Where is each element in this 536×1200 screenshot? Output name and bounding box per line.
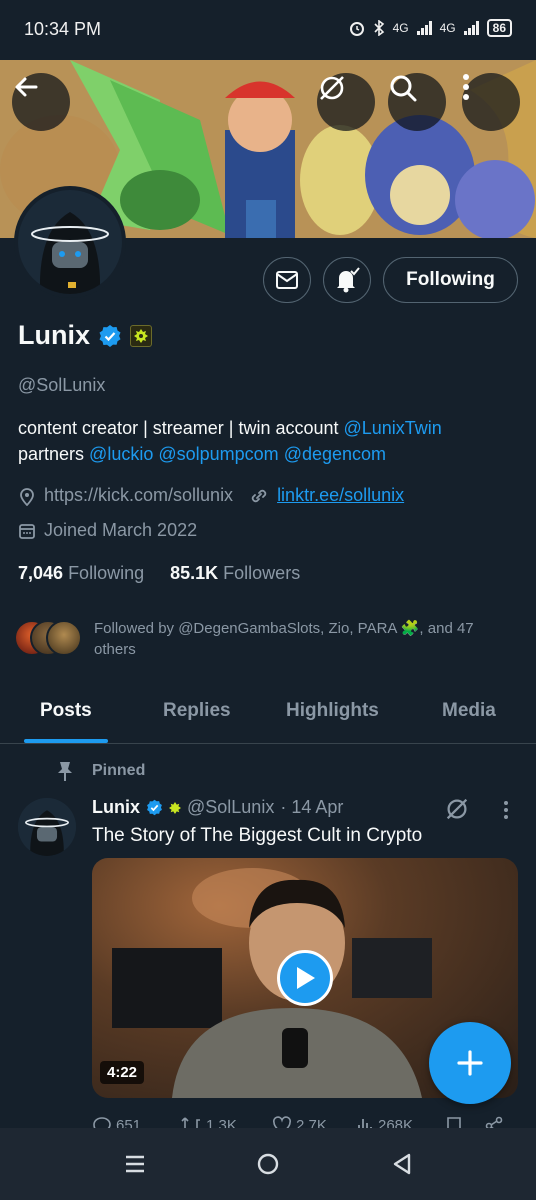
joined-row: Joined March 2022 bbox=[18, 520, 197, 541]
followed-by-avatars bbox=[14, 618, 84, 658]
affiliate-badge-icon[interactable] bbox=[130, 324, 152, 347]
back-arrow-icon bbox=[15, 77, 38, 97]
followers-count: 85.1K bbox=[170, 563, 219, 583]
avatar-image bbox=[18, 190, 122, 294]
profile-bio: content creator | streamer | twin accoun… bbox=[18, 415, 518, 467]
system-nav-bar bbox=[0, 1128, 536, 1200]
message-button[interactable] bbox=[263, 257, 311, 303]
post-author-name[interactable]: Lunix bbox=[92, 797, 140, 818]
tab-highlights[interactable]: Highlights bbox=[286, 700, 379, 722]
verified-badge-icon bbox=[147, 799, 162, 816]
tab-posts[interactable]: Posts bbox=[40, 700, 92, 722]
status-icons: 4G 4G 86 bbox=[349, 19, 512, 37]
verified-badge-icon[interactable] bbox=[98, 324, 122, 348]
post-more-icon[interactable] bbox=[503, 800, 509, 820]
signal-icon-2 bbox=[463, 21, 479, 35]
search-icon bbox=[390, 75, 417, 102]
notifications-button[interactable] bbox=[323, 257, 371, 303]
mail-icon bbox=[276, 271, 298, 289]
back-triangle-icon bbox=[393, 1153, 411, 1175]
pin-icon bbox=[58, 762, 72, 781]
bio-mention-luckio[interactable]: @luckio bbox=[89, 444, 153, 464]
bio-text-2: partners bbox=[18, 444, 90, 464]
follow-stats: 7,046 Following 85.1K Followers bbox=[18, 563, 300, 584]
location-pin-icon bbox=[20, 487, 34, 506]
video-duration: 4:22 bbox=[100, 1061, 145, 1084]
tab-media[interactable]: Media bbox=[442, 700, 496, 722]
system-back-button[interactable] bbox=[388, 1150, 416, 1178]
bio-mention-degencom[interactable]: @degencom bbox=[284, 444, 386, 464]
following-count: 7,046 bbox=[18, 563, 64, 583]
profile-links-row: https://kick.com/sollunix linktr.ee/soll… bbox=[18, 485, 404, 506]
grok-button[interactable] bbox=[317, 73, 375, 131]
play-icon bbox=[297, 967, 315, 989]
website-text[interactable]: https://kick.com/sollunix bbox=[44, 485, 233, 506]
home-button[interactable] bbox=[254, 1150, 282, 1178]
post-date: · 14 Apr bbox=[280, 797, 344, 817]
profile-name-row: Lunix bbox=[18, 320, 152, 351]
compose-fab[interactable] bbox=[429, 1022, 511, 1104]
grok-icon[interactable] bbox=[443, 795, 471, 823]
tab-replies[interactable]: Replies bbox=[163, 700, 231, 722]
recent-apps-button[interactable] bbox=[121, 1150, 149, 1178]
plus-icon bbox=[457, 1050, 483, 1076]
play-button[interactable] bbox=[277, 950, 333, 1006]
search-button[interactable] bbox=[388, 73, 446, 131]
post-author-handle[interactable]: @SolLunix bbox=[187, 797, 274, 818]
back-button[interactable] bbox=[12, 73, 70, 131]
followed-by-text: Followed by @DegenGambaSlots, Zio, PARA … bbox=[94, 620, 474, 658]
followers-stat[interactable]: 85.1K Followers bbox=[170, 563, 300, 584]
network-type-2: 4G bbox=[439, 21, 456, 35]
following-button[interactable]: Following bbox=[383, 257, 518, 303]
profile-tabs: Posts Replies Highlights Media bbox=[0, 686, 536, 744]
profile-name: Lunix bbox=[18, 320, 90, 350]
calendar-icon bbox=[19, 523, 35, 539]
link-icon bbox=[251, 489, 267, 502]
more-button[interactable] bbox=[462, 73, 520, 131]
signal-icon-1 bbox=[416, 21, 432, 35]
bio-text-1: content creator | streamer | twin accoun… bbox=[18, 418, 344, 438]
profile-handle: @SolLunix bbox=[18, 375, 106, 395]
grok-icon bbox=[320, 76, 344, 100]
bluetooth-icon bbox=[374, 20, 384, 36]
linktree-link[interactable]: linktr.ee/sollunix bbox=[277, 485, 404, 506]
avatar-image bbox=[18, 798, 76, 856]
status-time: 10:34 PM bbox=[24, 19, 102, 39]
more-vertical-icon bbox=[463, 74, 469, 100]
post-header: Lunix @SolLunix · 14 Apr bbox=[92, 797, 343, 818]
bell-check-icon bbox=[337, 267, 360, 293]
home-circle-icon bbox=[257, 1153, 279, 1175]
alarm-icon bbox=[349, 22, 364, 36]
following-label: Following bbox=[68, 563, 145, 583]
post-text: The Story of The Biggest Cult in Crypto bbox=[92, 825, 423, 846]
joined-date: Joined March 2022 bbox=[44, 520, 198, 540]
followed-by-row[interactable]: Followed by @DegenGambaSlots, Zio, PARA … bbox=[14, 618, 514, 660]
affiliate-logo-icon bbox=[169, 801, 181, 814]
follower-avatar bbox=[46, 620, 82, 656]
tab-active-indicator bbox=[24, 739, 108, 743]
pinned-label: Pinned bbox=[92, 762, 146, 779]
pinned-label-row: Pinned bbox=[56, 760, 145, 782]
status-bar: 10:34 PM 4G 4G 86 bbox=[0, 0, 536, 60]
profile-avatar[interactable] bbox=[14, 186, 126, 298]
battery-indicator: 86 bbox=[486, 19, 512, 37]
post-author-avatar[interactable] bbox=[18, 798, 76, 856]
bio-mention-solpumpcom[interactable]: @solpumpcom bbox=[158, 444, 278, 464]
followers-label: Followers bbox=[223, 563, 301, 583]
affiliate-logo-icon bbox=[134, 328, 148, 343]
bio-mention-lunixtwin[interactable]: @LunixTwin bbox=[344, 418, 442, 438]
following-stat[interactable]: 7,046 Following bbox=[18, 563, 144, 584]
recent-apps-icon bbox=[126, 1155, 144, 1173]
network-type-1: 4G bbox=[392, 21, 409, 35]
